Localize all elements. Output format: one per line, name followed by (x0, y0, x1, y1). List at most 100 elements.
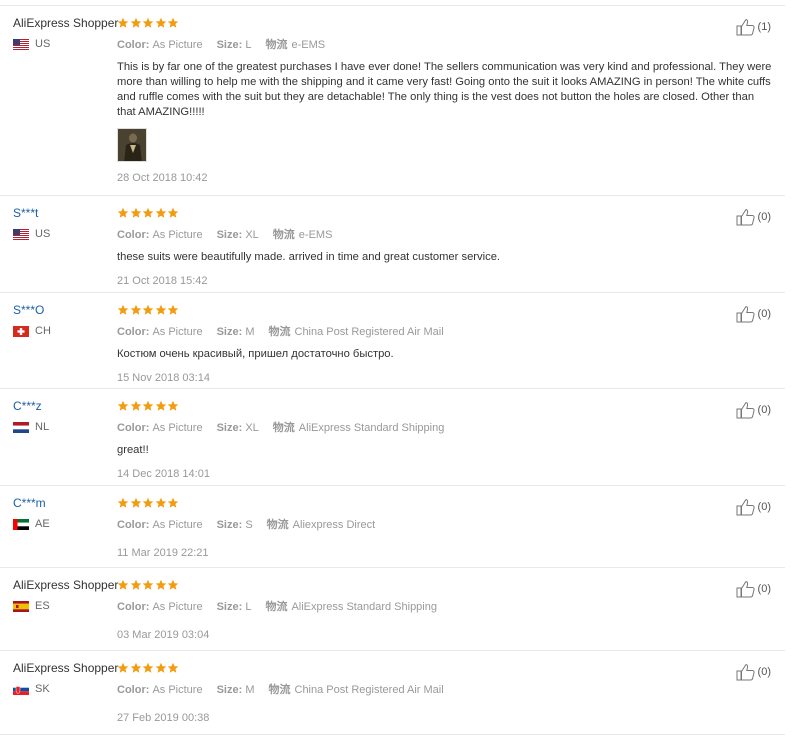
star-icon (167, 17, 179, 28)
review-user: S***O CH (13, 303, 113, 337)
star-icon (167, 400, 179, 411)
review-content: Color: As Picture Size: M 物流 China Post Reg… (117, 661, 777, 725)
photo-image (118, 129, 146, 161)
star-icon (117, 497, 129, 508)
flag-ae-icon (13, 518, 29, 530)
helpful-count: (1) (757, 21, 771, 33)
order-info: Color: As Picture Size: XL 物流 AliExpress St… (117, 421, 777, 435)
order-info: Color: As Picture Size: L 物流 AliExpress Sta… (117, 600, 777, 614)
size-value: L (245, 601, 252, 613)
user-name: C***m (13, 496, 46, 510)
review-user: S***t US (13, 206, 113, 240)
order-info: Color: As Picture Size: M 物流 China Post Reg… (117, 325, 777, 339)
shipping-label: 物流 (268, 326, 291, 338)
user-country: US (13, 38, 113, 50)
flag-es-icon (13, 600, 29, 612)
star-icon (130, 662, 141, 673)
star-rating (117, 661, 777, 675)
user-name: AliExpress Shopper (13, 578, 119, 592)
shipping-label: 物流 (265, 39, 288, 51)
review-date: 21 Oct 2018 15:42 (117, 275, 208, 287)
star-icon (142, 400, 154, 411)
shipping-value: China Post Registered Air Mail (294, 326, 444, 338)
color-label: Color: (117, 422, 153, 434)
star-icon (167, 579, 179, 590)
size-value: M (245, 326, 255, 338)
user-country: US (13, 228, 113, 240)
star-icon (155, 207, 166, 218)
helpful-button[interactable]: (0) (736, 208, 771, 226)
star-rating (117, 578, 777, 592)
star-icon (130, 497, 141, 508)
size-label: Size: (216, 601, 246, 613)
order-info: Color: As Picture Size: S 物流 Aliexpress Dir… (117, 518, 777, 532)
star-icon (155, 400, 166, 411)
star-icon (142, 497, 154, 508)
country-code: SK (35, 683, 50, 695)
helpful-count: (0) (757, 583, 771, 595)
review-item: AliExpress Shopper SK Color: As Picture Siz… (0, 651, 785, 735)
star-icon (130, 579, 141, 590)
flag-sk-icon (13, 683, 29, 695)
review-item: S***t US Color: As Picture Size: XL 物流 e-EMS t… (0, 196, 785, 293)
review-text: great!! (117, 444, 149, 456)
review-user: AliExpress Shopper ES (13, 578, 119, 612)
thumbs-up-icon (736, 499, 755, 516)
user-name: S***O (13, 303, 45, 317)
size-label: Size: (216, 229, 246, 241)
country-code: CH (35, 325, 51, 337)
helpful-button[interactable]: (0) (736, 305, 771, 323)
color-value: As Picture (152, 601, 203, 613)
flag-nl-icon (13, 421, 29, 433)
color-value: As Picture (152, 422, 203, 434)
review-user: AliExpress Shopper US (13, 16, 119, 50)
size-label: Size: (216, 39, 246, 51)
helpful-count: (0) (757, 501, 771, 513)
user-name: AliExpress Shopper (13, 16, 119, 30)
flag-us-icon (13, 228, 29, 240)
helpful-count: (0) (757, 308, 771, 320)
star-icon (155, 304, 166, 315)
helpful-count: (0) (757, 404, 771, 416)
country-code: AE (35, 518, 50, 530)
star-icon (130, 207, 141, 218)
country-code: NL (35, 421, 50, 433)
review-item: S***O CH Color: As Picture Size: M 物流 China P… (0, 293, 785, 389)
helpful-button[interactable]: (1) (736, 18, 771, 36)
review-photo-thumbnail[interactable] (117, 128, 147, 162)
size-label: Size: (216, 422, 246, 434)
helpful-button[interactable]: (0) (736, 663, 771, 681)
star-icon (167, 207, 179, 218)
shipping-value: e-EMS (291, 39, 326, 51)
size-value: S (245, 519, 253, 531)
shipping-value: AliExpress Standard Shipping (291, 601, 437, 613)
star-icon (155, 17, 166, 28)
color-label: Color: (117, 39, 153, 51)
thumbs-up-icon (736, 209, 755, 226)
order-info: Color: As Picture Size: L 物流 e-EMS (117, 38, 777, 52)
size-value: M (245, 684, 255, 696)
review-item: C***z NL Color: As Picture Size: XL 物流 AliExp… (0, 389, 785, 486)
star-icon (167, 304, 179, 315)
color-value: As Picture (152, 326, 203, 338)
color-label: Color: (117, 684, 153, 696)
color-label: Color: (117, 519, 153, 531)
review-date: 03 Mar 2019 03:04 (117, 629, 210, 641)
helpful-button[interactable]: (0) (736, 401, 771, 419)
star-icon (117, 304, 129, 315)
size-value: XL (245, 229, 259, 241)
review-text: these suits were beautifully made. arriv… (117, 251, 501, 263)
review-date: 15 Nov 2018 03:14 (117, 372, 210, 384)
star-icon (117, 400, 129, 411)
helpful-button[interactable]: (0) (736, 498, 771, 516)
review-user: AliExpress Shopper SK (13, 661, 118, 695)
user-country: ES (13, 600, 113, 612)
star-icon (130, 17, 141, 28)
thumbs-up-icon (736, 664, 755, 681)
size-value: L (245, 39, 252, 51)
star-icon (142, 579, 154, 590)
helpful-button[interactable]: (0) (736, 580, 771, 598)
star-icon (155, 497, 166, 508)
review-text: This is by far one of the greatest purch… (117, 61, 772, 118)
star-icon (155, 662, 166, 673)
